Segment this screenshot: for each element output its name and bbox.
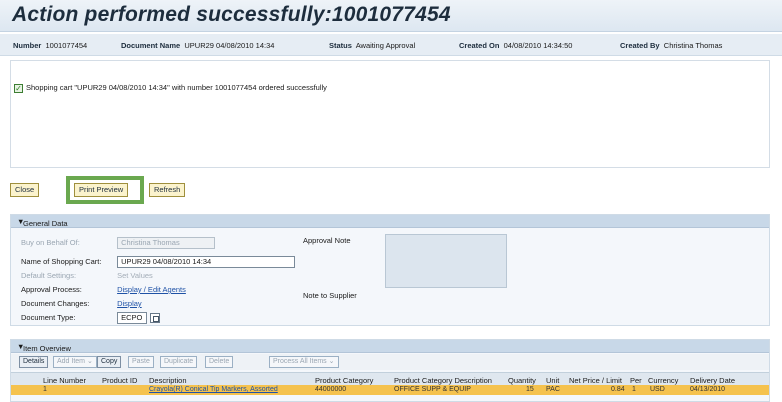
column-category-description[interactable]: Product Category Description bbox=[394, 376, 492, 385]
column-product-id[interactable]: Product ID bbox=[102, 376, 137, 385]
default-settings-label: Default Settings: bbox=[21, 271, 77, 280]
cell-product-category: 44000000 bbox=[315, 386, 347, 393]
general-data-title: ▼ General Data bbox=[17, 217, 68, 228]
buy-on-behalf-row: Buy on Behalf Of: Christina Thomas bbox=[21, 237, 216, 249]
document-type-label: Document Type: bbox=[21, 312, 76, 322]
success-check-icon: ✓ bbox=[14, 83, 23, 93]
buy-on-behalf-input: Christina Thomas bbox=[117, 237, 216, 249]
default-settings-row: Default Settings: Set Values bbox=[21, 271, 153, 280]
document-info-bar: Number 1001077454 Document Name UPUR29 0… bbox=[0, 34, 782, 56]
document-name-value: UPUR29 04/08/2010 14:34 bbox=[184, 41, 275, 50]
item-overview-title: ▼ Item Overview bbox=[17, 342, 71, 353]
table-row[interactable]: 1 Crayola(R) Conical Tip Markers, Assort… bbox=[11, 385, 769, 395]
column-currency[interactable]: Currency bbox=[648, 376, 678, 385]
add-item-button[interactable]: Add Item ⌄ bbox=[53, 356, 97, 368]
item-overview-header[interactable]: ▼ Item Overview bbox=[11, 340, 769, 353]
approval-note-box[interactable] bbox=[385, 234, 507, 288]
column-quantity[interactable]: Quantity bbox=[508, 376, 536, 385]
details-button[interactable]: Details bbox=[19, 356, 49, 368]
approval-note-label: Approval Note bbox=[303, 236, 351, 245]
item-toolbar: Details Add Item ⌄ Copy Paste Duplicate … bbox=[11, 354, 769, 370]
document-type-input[interactable]: ECPO bbox=[117, 312, 148, 324]
approval-process-label: Approval Process: bbox=[21, 285, 82, 294]
column-net-price[interactable]: Net Price / Limit bbox=[569, 376, 622, 385]
column-product-category[interactable]: Product Category bbox=[315, 376, 373, 385]
created-by-label: Created By bbox=[620, 41, 660, 50]
process-all-items-button[interactable]: Process All Items ⌄ bbox=[269, 356, 339, 368]
close-button[interactable]: Close bbox=[10, 183, 40, 197]
page-title: Action performed successfully:1001077454 bbox=[12, 3, 451, 26]
number-label: Number bbox=[13, 41, 42, 50]
column-description[interactable]: Description bbox=[149, 376, 187, 385]
buy-on-behalf-label: Buy on Behalf Of: bbox=[21, 237, 80, 247]
document-changes-link[interactable]: Display bbox=[117, 299, 142, 308]
cell-line-number: 1 bbox=[43, 386, 47, 393]
column-unit[interactable]: Unit bbox=[546, 376, 559, 385]
cell-unit: PAC bbox=[546, 386, 560, 393]
copy-button[interactable]: Copy bbox=[97, 356, 122, 368]
cart-name-input[interactable]: UPUR29 04/08/2010 14:34 bbox=[117, 256, 296, 268]
created-on-label: Created On bbox=[459, 41, 500, 50]
item-overview-section: ▼ Item Overview Details Add Item ⌄ Copy … bbox=[10, 339, 770, 402]
general-data-header[interactable]: ▼ General Data bbox=[11, 215, 769, 228]
note-to-supplier-label: Note to Supplier bbox=[303, 291, 357, 300]
print-preview-button[interactable]: Print Preview bbox=[74, 183, 129, 197]
general-data-section: ▼ General Data Buy on Behalf Of: Christi… bbox=[10, 214, 770, 326]
success-message-text: Shopping cart "UPUR29 04/08/2010 14:34" … bbox=[26, 83, 327, 92]
approval-process-link[interactable]: Display / Edit Agents bbox=[117, 285, 186, 294]
approval-process-row: Approval Process: Display / Edit Agents bbox=[21, 285, 186, 294]
document-name-label: Document Name bbox=[121, 41, 181, 50]
refresh-button[interactable]: Refresh bbox=[149, 183, 186, 197]
cell-per: 1 bbox=[632, 386, 636, 393]
number-value: 1001077454 bbox=[45, 41, 88, 50]
cart-name-row: Name of Shopping Cart: UPUR29 04/08/2010… bbox=[21, 256, 296, 268]
status-value: Awaiting Approval bbox=[355, 41, 416, 50]
success-message: ✓ Shopping cart "UPUR29 04/08/2010 14:34"… bbox=[14, 83, 327, 93]
document-changes-row: Document Changes: Display bbox=[21, 299, 142, 308]
cell-category-description: OFFICE SUPP & EQUIP bbox=[394, 386, 471, 393]
info-number: Number 1001077454 bbox=[13, 41, 87, 50]
cart-name-label: Name of Shopping Cart: bbox=[21, 256, 102, 266]
main-toolbar: Close Print Preview Refresh bbox=[10, 176, 770, 204]
cell-net-price: 0.84 bbox=[611, 386, 625, 393]
document-changes-label: Document Changes: bbox=[21, 299, 90, 308]
column-delivery-date[interactable]: Delivery Date bbox=[690, 376, 735, 385]
info-status: Status Awaiting Approval bbox=[329, 41, 415, 50]
item-table-header: Line Number Product ID Description Produ… bbox=[11, 372, 769, 385]
delete-button[interactable]: Delete bbox=[205, 356, 234, 368]
info-document-name: Document Name UPUR29 04/08/2010 14:34 bbox=[121, 41, 274, 50]
column-per[interactable]: Per bbox=[630, 376, 642, 385]
column-line-number[interactable]: Line Number bbox=[43, 376, 86, 385]
default-settings-value: Set Values bbox=[117, 271, 153, 280]
info-created-on: Created On 04/08/2010 14:34:50 bbox=[459, 41, 572, 50]
value-help-icon[interactable] bbox=[150, 313, 161, 323]
cell-delivery-date: 04/13/2010 bbox=[690, 386, 726, 393]
cell-description[interactable]: Crayola(R) Conical Tip Markers, Assorted bbox=[149, 386, 278, 393]
created-on-value: 04/08/2010 14:34:50 bbox=[503, 41, 573, 50]
cell-currency: USD bbox=[650, 386, 665, 393]
message-area: ✓ Shopping cart "UPUR29 04/08/2010 14:34"… bbox=[10, 60, 770, 168]
document-type-row: Document Type: ECPO bbox=[21, 312, 161, 324]
status-label: Status bbox=[329, 41, 352, 50]
duplicate-button[interactable]: Duplicate bbox=[160, 356, 198, 368]
cell-quantity: 15 bbox=[526, 386, 534, 393]
info-created-by: Created By Christina Thomas bbox=[620, 41, 722, 50]
created-by-value: Christina Thomas bbox=[663, 41, 723, 50]
page-header: Action performed successfully:1001077454 bbox=[0, 0, 782, 32]
paste-button[interactable]: Paste bbox=[128, 356, 154, 368]
